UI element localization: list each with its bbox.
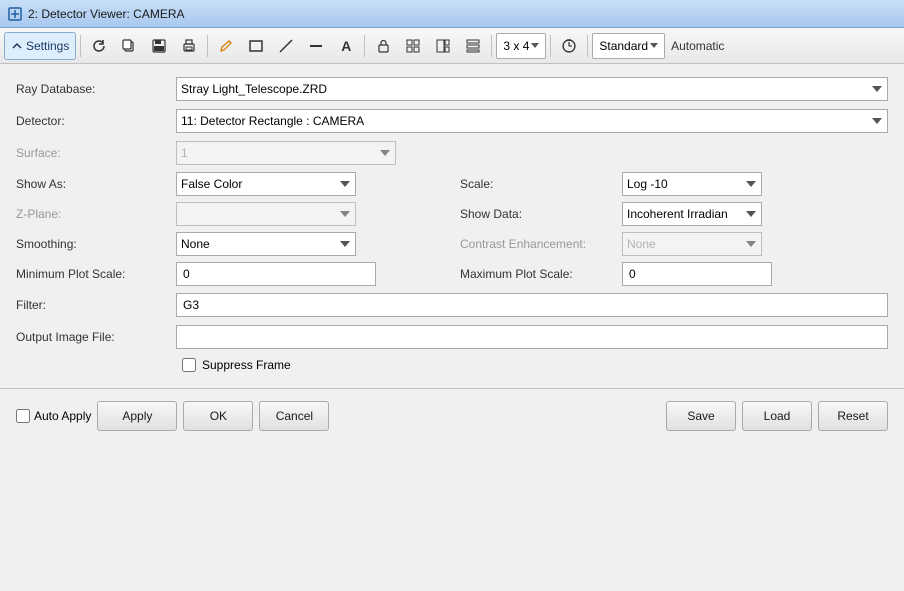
show-data-select[interactable]: Incoherent IrradianCoherent IrradianceFl… [622,202,762,226]
toolbar: Settings [0,28,904,64]
filter-input[interactable] [176,293,888,317]
standard-label: Standard [599,39,648,53]
grid-size-label: 3 x 4 [503,39,529,53]
smoothing-contrast-row: Smoothing: None1x13x35x5 Contrast Enhanc… [16,232,888,256]
surface-row: Surface: 1 [16,140,888,166]
show-data-label: Show Data: [452,207,622,221]
smoothing-label: Smoothing: [16,237,176,251]
separator-6 [587,35,588,57]
window-title: 2: Detector Viewer: CAMERA [28,7,185,21]
max-plot-label: Maximum Plot Scale: [452,267,622,281]
filter-row: Filter: [16,292,888,318]
separator-4 [491,35,492,57]
pencil-button[interactable] [212,32,240,60]
separator-2 [207,35,208,57]
text-button[interactable]: A [332,32,360,60]
view2-button[interactable] [429,32,457,60]
save-button[interactable]: Save [666,401,736,431]
suppress-frame-label: Suppress Frame [202,358,291,372]
cancel-button[interactable]: Cancel [259,401,329,431]
detector-row: Detector: 11: Detector Rectangle : CAMER… [16,108,888,134]
print-button[interactable] [175,32,203,60]
suppress-frame-row: Suppress Frame [16,358,888,372]
max-plot-input[interactable] [622,262,772,286]
output-image-label: Output Image File: [16,330,176,344]
standard-dropdown[interactable]: Standard [592,33,665,59]
grid-view-button[interactable] [399,32,427,60]
refresh-button[interactable] [85,32,113,60]
ray-database-row: Ray Database: Stray Light_Telescope.ZRD [16,76,888,102]
hline-button[interactable] [302,32,330,60]
rect-button[interactable] [242,32,270,60]
contrast-select: NoneLowMediumHigh [622,232,762,256]
separator-5 [550,35,551,57]
layers-button[interactable] [459,32,487,60]
show-as-scale-row: Show As: False ColorGreyscaleTrue ColorC… [16,172,888,196]
z-plane-select [176,202,356,226]
timer-button[interactable] [555,32,583,60]
save-img-button[interactable] [145,32,173,60]
load-button[interactable]: Load [742,401,812,431]
reset-button[interactable]: Reset [818,401,888,431]
apply-button[interactable]: Apply [97,401,177,431]
lock-button[interactable] [369,32,397,60]
suppress-frame-checkbox[interactable] [182,358,196,372]
ok-button[interactable]: OK [183,401,253,431]
standard-arrow-icon [650,43,658,48]
show-as-label: Show As: [16,177,176,191]
detector-label: Detector: [16,114,176,128]
automatic-label: Automatic [671,39,724,53]
contrast-label: Contrast Enhancement: [452,237,622,251]
copy-button[interactable] [115,32,143,60]
min-plot-label: Minimum Plot Scale: [16,267,176,281]
output-image-input[interactable] [176,325,888,349]
smoothing-select[interactable]: None1x13x35x5 [176,232,356,256]
surface-select: 1 [176,141,396,165]
min-plot-input[interactable] [176,262,376,286]
grid-size-dropdown[interactable]: 3 x 4 [496,33,546,59]
separator-1 [80,35,81,57]
settings-button[interactable]: Settings [4,32,76,60]
ray-database-label: Ray Database: [16,82,176,96]
separator-3 [364,35,365,57]
bottom-bar: Auto Apply Apply OK Cancel Save Load Res… [0,393,904,439]
z-plane-label: Z-Plane: [16,207,176,221]
plot-scale-row: Minimum Plot Scale: Maximum Plot Scale: [16,262,888,286]
chevron-up-icon [11,40,23,52]
title-bar: 2: Detector Viewer: CAMERA [0,0,904,28]
line-button[interactable] [272,32,300,60]
settings-label: Settings [26,39,69,53]
filter-label: Filter: [16,298,176,312]
dropdown-arrow-icon [531,43,539,48]
scale-select[interactable]: Log -10Log -5LinearLog [622,172,762,196]
scale-label: Scale: [452,177,622,191]
auto-apply-row: Auto Apply [16,409,91,423]
show-as-select[interactable]: False ColorGreyscaleTrue ColorCross Sect… [176,172,356,196]
window-icon [8,7,22,21]
ray-database-select[interactable]: Stray Light_Telescope.ZRD [176,77,888,101]
auto-apply-label: Auto Apply [34,409,91,423]
detector-select[interactable]: 11: Detector Rectangle : CAMERA [176,109,888,133]
output-image-row: Output Image File: [16,324,888,350]
zplane-showdata-row: Z-Plane: Show Data: Incoherent IrradianC… [16,202,888,226]
main-form: Ray Database: Stray Light_Telescope.ZRD … [0,64,904,384]
auto-apply-checkbox[interactable] [16,409,30,423]
bottom-divider [0,388,904,389]
surface-label: Surface: [16,146,176,160]
